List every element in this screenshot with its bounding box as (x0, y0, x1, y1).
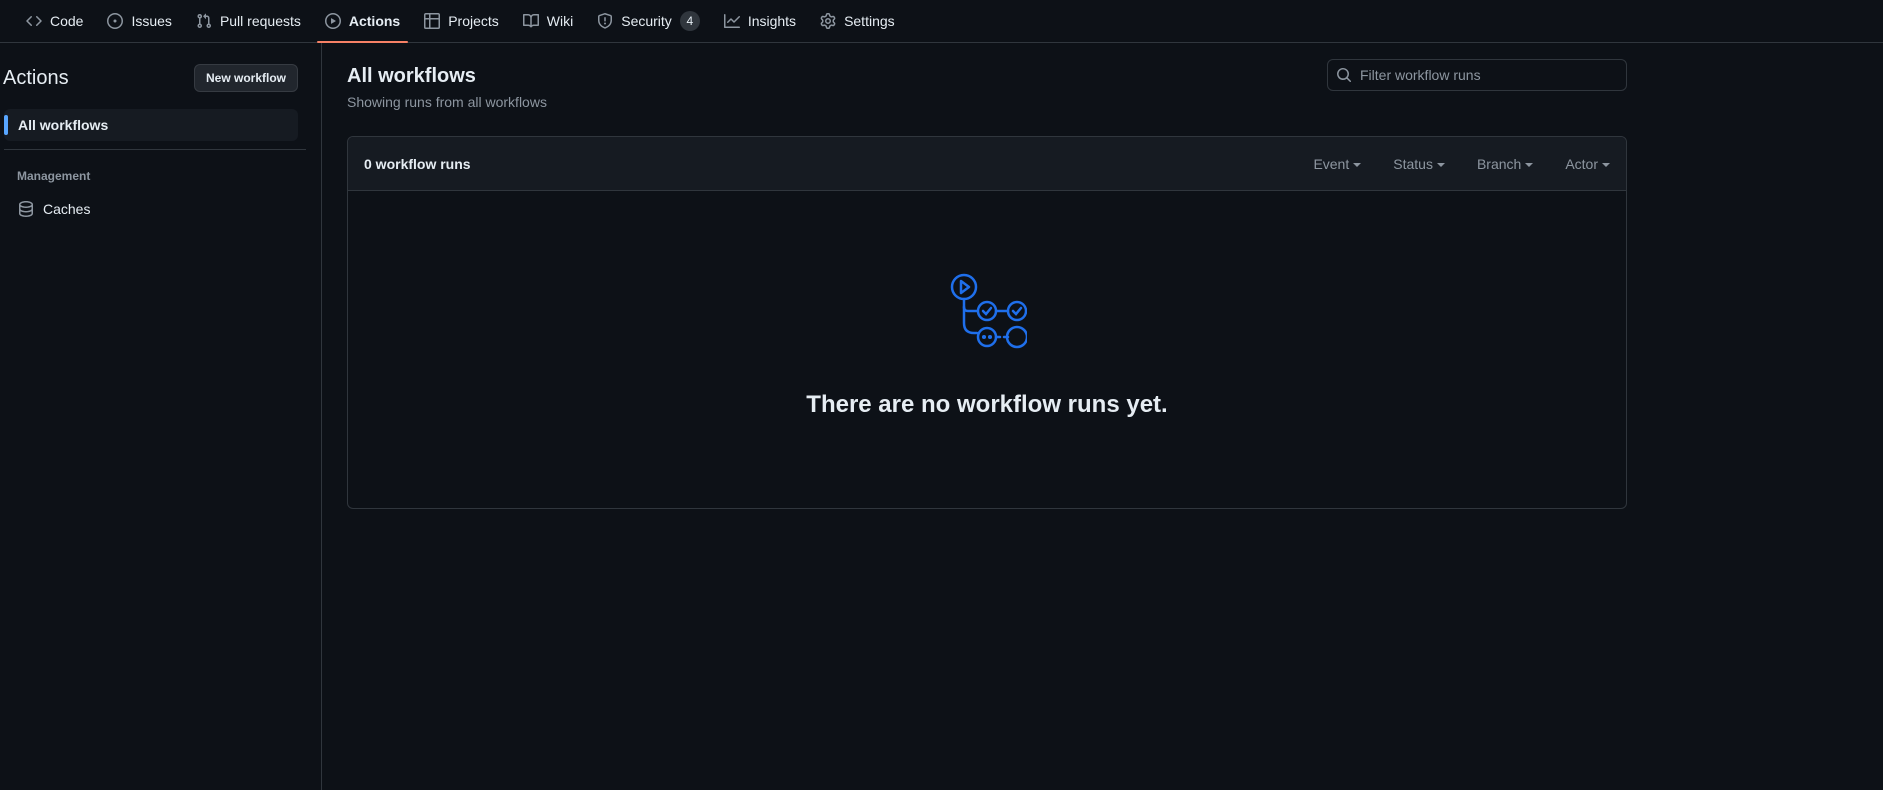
table-icon (424, 13, 441, 29)
dropdown-label: Branch (1476, 155, 1522, 172)
sidebar-section-heading: Management (17, 169, 91, 183)
tab-pull-requests[interactable]: Pull requests (188, 0, 309, 42)
dropdown-label: Actor (1565, 155, 1598, 172)
graph-icon (723, 14, 740, 28)
search-input[interactable] (1360, 67, 1626, 83)
caret-down-icon (1525, 162, 1534, 167)
database-icon (19, 201, 33, 217)
actions-sidebar: Actions New workflow All workflows Manag… (0, 43, 322, 790)
new-workflow-button[interactable]: New workflow (194, 64, 298, 92)
tab-label: Projects (448, 13, 499, 29)
sidebar-title: Actions (3, 67, 69, 89)
tab-issues[interactable]: Issues (99, 0, 179, 42)
tab-label: Settings (844, 13, 895, 29)
git-pull-request-icon (197, 13, 211, 29)
tab-wiki[interactable]: Wiki (515, 0, 581, 42)
workflow-runs-count: 0 workflow runs (364, 155, 471, 172)
tab-insights[interactable]: Insights (716, 0, 804, 42)
event-filter-dropdown[interactable]: Event (1313, 155, 1362, 172)
empty-state-message: There are no workflow runs yet. (806, 391, 1168, 418)
gear-icon (820, 13, 836, 29)
shield-icon (598, 13, 613, 29)
run-filters: Event Status Branch Actor (1281, 156, 1626, 172)
page-title: All workflows (347, 65, 476, 87)
sidebar-item-label: All workflows (18, 117, 109, 133)
repo-nav: Code Issues Pull requests Actions Projec… (0, 0, 1883, 43)
caret-down-icon (1602, 162, 1610, 167)
page-subtitle: Showing runs from all workflows (347, 94, 547, 110)
filter-workflow-runs[interactable] (1327, 59, 1627, 91)
caret-down-icon (1436, 162, 1445, 167)
sidebar-item-caches[interactable]: Caches (4, 193, 298, 225)
dropdown-label: Status (1393, 155, 1433, 172)
tab-label: Actions (348, 13, 401, 29)
workflow-illustration-icon (950, 273, 1027, 349)
code-icon (26, 16, 42, 26)
actor-filter-dropdown[interactable]: Actor (1565, 156, 1610, 172)
tab-label: Insights (747, 13, 797, 29)
dropdown-label: Event (1313, 155, 1350, 172)
book-icon (522, 13, 539, 28)
workflow-runs-box: 0 workflow runs Event Status Branch Acto… (347, 136, 1627, 509)
security-count-badge: 4 (679, 11, 700, 31)
sidebar-item-all-workflows[interactable]: All workflows (4, 109, 298, 141)
tab-settings[interactable]: Settings (812, 0, 903, 42)
tab-label: Issues (131, 13, 172, 29)
active-indicator (4, 115, 8, 135)
empty-state: There are no workflow runs yet. (348, 191, 1626, 508)
tab-label: Security (621, 13, 672, 29)
branch-filter-dropdown[interactable]: Branch (1476, 155, 1534, 172)
sidebar-item-label: Caches (43, 201, 91, 217)
tab-label: Code (50, 13, 84, 29)
tab-label: Pull requests (219, 13, 301, 29)
tab-label: Wiki (546, 13, 574, 29)
search-icon (1337, 68, 1352, 83)
sidebar-divider (4, 149, 306, 150)
status-filter-dropdown[interactable]: Status (1393, 156, 1445, 172)
tab-projects[interactable]: Projects (416, 0, 507, 42)
tab-code[interactable]: Code (18, 0, 91, 42)
issue-opened-icon (107, 13, 124, 29)
play-icon (324, 13, 341, 29)
tab-actions[interactable]: Actions (316, 0, 409, 43)
workflow-runs-header: 0 workflow runs Event Status Branch Acto… (348, 137, 1626, 191)
tab-security[interactable]: Security 4 (589, 0, 708, 42)
caret-down-icon (1353, 162, 1362, 167)
